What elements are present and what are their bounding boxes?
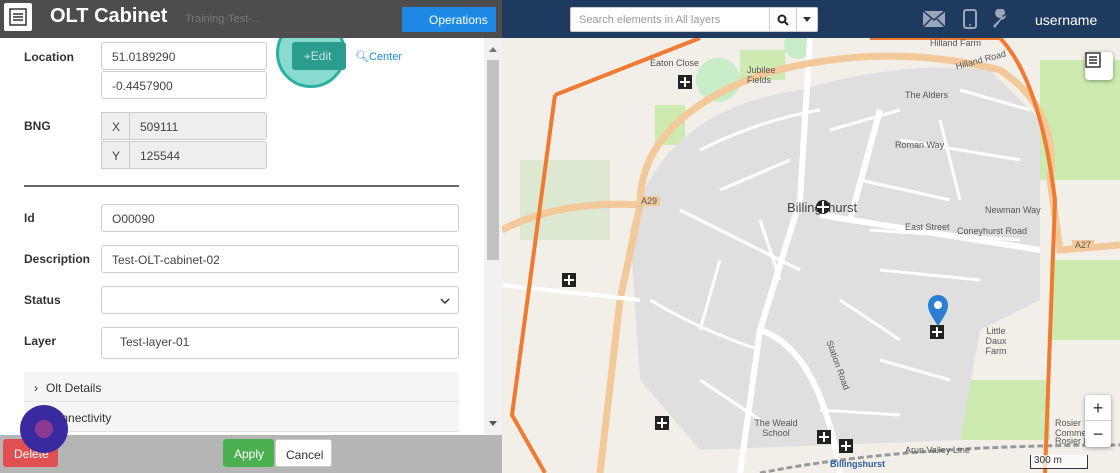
- longitude-field[interactable]: -0.4457900: [101, 71, 267, 99]
- layers-icon: [1085, 52, 1101, 68]
- map-label-town: Billingshurst: [787, 200, 858, 215]
- panel-subtitle: Training-Test-...: [185, 13, 262, 25]
- list-icon[interactable]: [4, 3, 32, 31]
- chevron-down-icon: [440, 298, 450, 304]
- scroll-down-icon[interactable]: [484, 418, 502, 430]
- map-label-roman-way: Roman Way: [895, 140, 945, 150]
- edit-location-button[interactable]: ⌖Edit: [292, 42, 346, 70]
- map-label-a29: A29: [638, 196, 661, 206]
- search-input[interactable]: Search elements in All layers: [570, 7, 770, 32]
- operations-button[interactable]: Operations: [402, 7, 496, 32]
- panel-header: OLT Cabinet Training-Test-... Operations: [0, 0, 502, 38]
- map-label-arun-valley-line: Arun Valley Line: [905, 445, 970, 455]
- layer-field[interactable]: Test-layer-01: [101, 327, 459, 359]
- mobile-icon[interactable]: [958, 8, 982, 30]
- map-label-a272: A27: [1072, 240, 1095, 250]
- panel-footer: Delete Apply Cancel: [0, 435, 502, 473]
- map-label-eaton-close: Eaton Close: [650, 58, 700, 68]
- center-label: Center: [368, 51, 402, 63]
- envelope-icon[interactable]: [922, 8, 946, 30]
- status-label: Status: [24, 293, 61, 307]
- bng-y-addon: Y: [101, 141, 130, 169]
- accordion-olt-details[interactable]: › Olt Details: [24, 372, 459, 402]
- map-label-weald-school: The Weald School: [754, 418, 798, 438]
- status-select[interactable]: [101, 286, 459, 314]
- panel-title: OLT Cabinet: [50, 5, 168, 27]
- zoom-control: + −: [1085, 395, 1111, 447]
- wrench-icon[interactable]: [988, 8, 1012, 30]
- username-label[interactable]: username: [1035, 12, 1097, 28]
- description-label: Description: [24, 252, 91, 266]
- bng-x-field: 509111: [129, 112, 267, 140]
- element-details-panel: OLT Cabinet Training-Test-... Operations…: [0, 0, 502, 473]
- edit-label: Edit: [310, 49, 332, 63]
- map-label-jubilee-fields: Jubilee Fields: [747, 65, 776, 85]
- center-link[interactable]: 🔍︎Center: [355, 50, 402, 63]
- bng-label: BNG: [24, 119, 51, 133]
- panel-scrollbar[interactable]: [484, 38, 502, 435]
- scroll-thumb[interactable]: [487, 60, 499, 260]
- scroll-up-icon[interactable]: [484, 44, 502, 56]
- search-layer-dropdown[interactable]: [796, 7, 818, 32]
- latitude-field[interactable]: 51.0189290: [101, 42, 267, 70]
- map-label-newman-way: Newman Way: [985, 205, 1041, 215]
- map-label-station: Billingshurst: [830, 459, 886, 469]
- map-label-the-alders: The Alders: [905, 90, 949, 100]
- id-field[interactable]: O00090: [101, 204, 459, 232]
- zoom-icon: 🔍︎: [355, 51, 369, 63]
- zoom-out-button[interactable]: −: [1085, 421, 1111, 447]
- search-icon: [777, 14, 789, 26]
- description-field[interactable]: Test-OLT-cabinet-02: [101, 245, 459, 273]
- map-label-hilland-farm: Hilland Farm: [930, 38, 982, 48]
- apply-button[interactable]: Apply: [223, 439, 274, 467]
- accordion-label: Olt Details: [46, 381, 102, 395]
- panel-body[interactable]: Location 51.0189290 -0.4457900 ⌖Edit 🔍︎C…: [0, 38, 484, 435]
- caret-down-icon: [803, 17, 811, 22]
- id-label: Id: [24, 211, 35, 225]
- top-navbar: Search elements in All layers username: [502, 0, 1120, 38]
- cursor-indicator: [20, 405, 68, 453]
- layers-toggle-button[interactable]: [1085, 52, 1113, 80]
- map-label-east-street: East Street: [905, 222, 950, 232]
- scale-bar: 300 m: [1030, 455, 1088, 469]
- accordion-connectivity[interactable]: › Connectivity: [24, 402, 459, 432]
- chevron-right-icon: ›: [34, 381, 38, 395]
- layer-label: Layer: [24, 334, 57, 348]
- cancel-button[interactable]: Cancel: [275, 439, 332, 467]
- zoom-in-button[interactable]: +: [1085, 395, 1111, 421]
- map-marker-icon: ⌖: [304, 49, 311, 63]
- bng-x-addon: X: [101, 112, 130, 140]
- map-label-little-daux: Little Daux Farm: [985, 326, 1007, 356]
- location-label: Location: [24, 50, 74, 64]
- bng-y-field: 125544: [129, 141, 267, 169]
- search-button[interactable]: [769, 7, 797, 32]
- map-label-coneyhurst-road: Coneyhurst Road: [957, 226, 1028, 236]
- section-divider: [24, 185, 459, 187]
